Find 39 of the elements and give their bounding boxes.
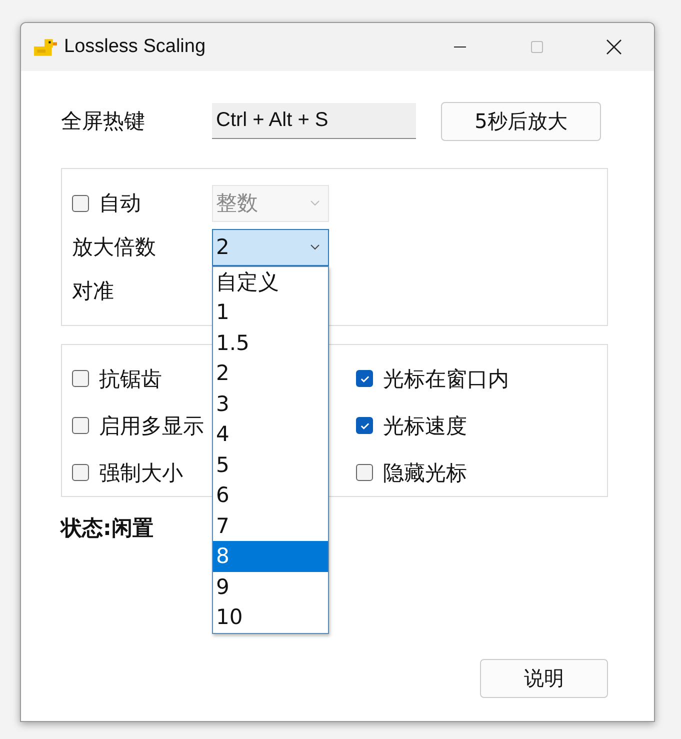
dropdown-option[interactable]: 1 [213,297,328,328]
checkbox[interactable] [356,417,373,434]
hotkey-field[interactable]: Ctrl + Alt + S [212,103,416,139]
dropdown-option[interactable]: 2 [213,358,328,388]
checkbox[interactable] [72,194,89,212]
checkbox[interactable] [356,464,373,481]
option-label: 启用多显示 [99,412,204,440]
checkbox[interactable] [72,464,89,481]
dropdown-option[interactable]: 5 [213,450,328,480]
option-label: 光标在窗口内 [383,366,509,392]
dropdown-option[interactable]: 3 [213,388,328,419]
window-title: Lossless Scaling [64,36,206,58]
duck-icon [33,36,58,58]
dropdown-option[interactable]: 10 [213,602,328,632]
factor-label: 放大倍数 [72,234,157,261]
dropdown-option[interactable]: 1.5 [213,328,328,358]
option-label: 强制大小 [99,460,183,486]
dropdown-option[interactable]: 8 [213,541,328,572]
dropdown-option[interactable]: 7 [213,510,328,541]
option-label: 抗锯齿 [99,366,162,392]
caret-icon [310,244,320,250]
dropdown-option[interactable]: 自定义 [213,266,328,297]
auto-label: 自动 [99,190,141,217]
option-label: 隐藏光标 [383,460,467,486]
align-label: 对准 [72,278,115,305]
status-text: 状态:闲置 [61,515,154,542]
dropdown-option[interactable]: 6 [213,480,328,510]
dropdown-option[interactable]: 9 [213,572,328,602]
dropdown-option[interactable]: 4 [213,419,328,450]
checkbox[interactable] [72,417,89,434]
help-button[interactable]: 说明 [480,659,608,698]
checkbox[interactable] [72,370,89,387]
close-icon[interactable] [604,37,624,57]
option-label: 光标速度 [383,412,467,440]
delay-button[interactable]: 5秒后放大 [441,102,601,140]
caret-icon [310,200,320,206]
checkbox[interactable] [356,370,373,387]
hotkey-label: 全屏热键 [61,108,146,135]
factor-combo[interactable]: 2 [212,228,329,266]
